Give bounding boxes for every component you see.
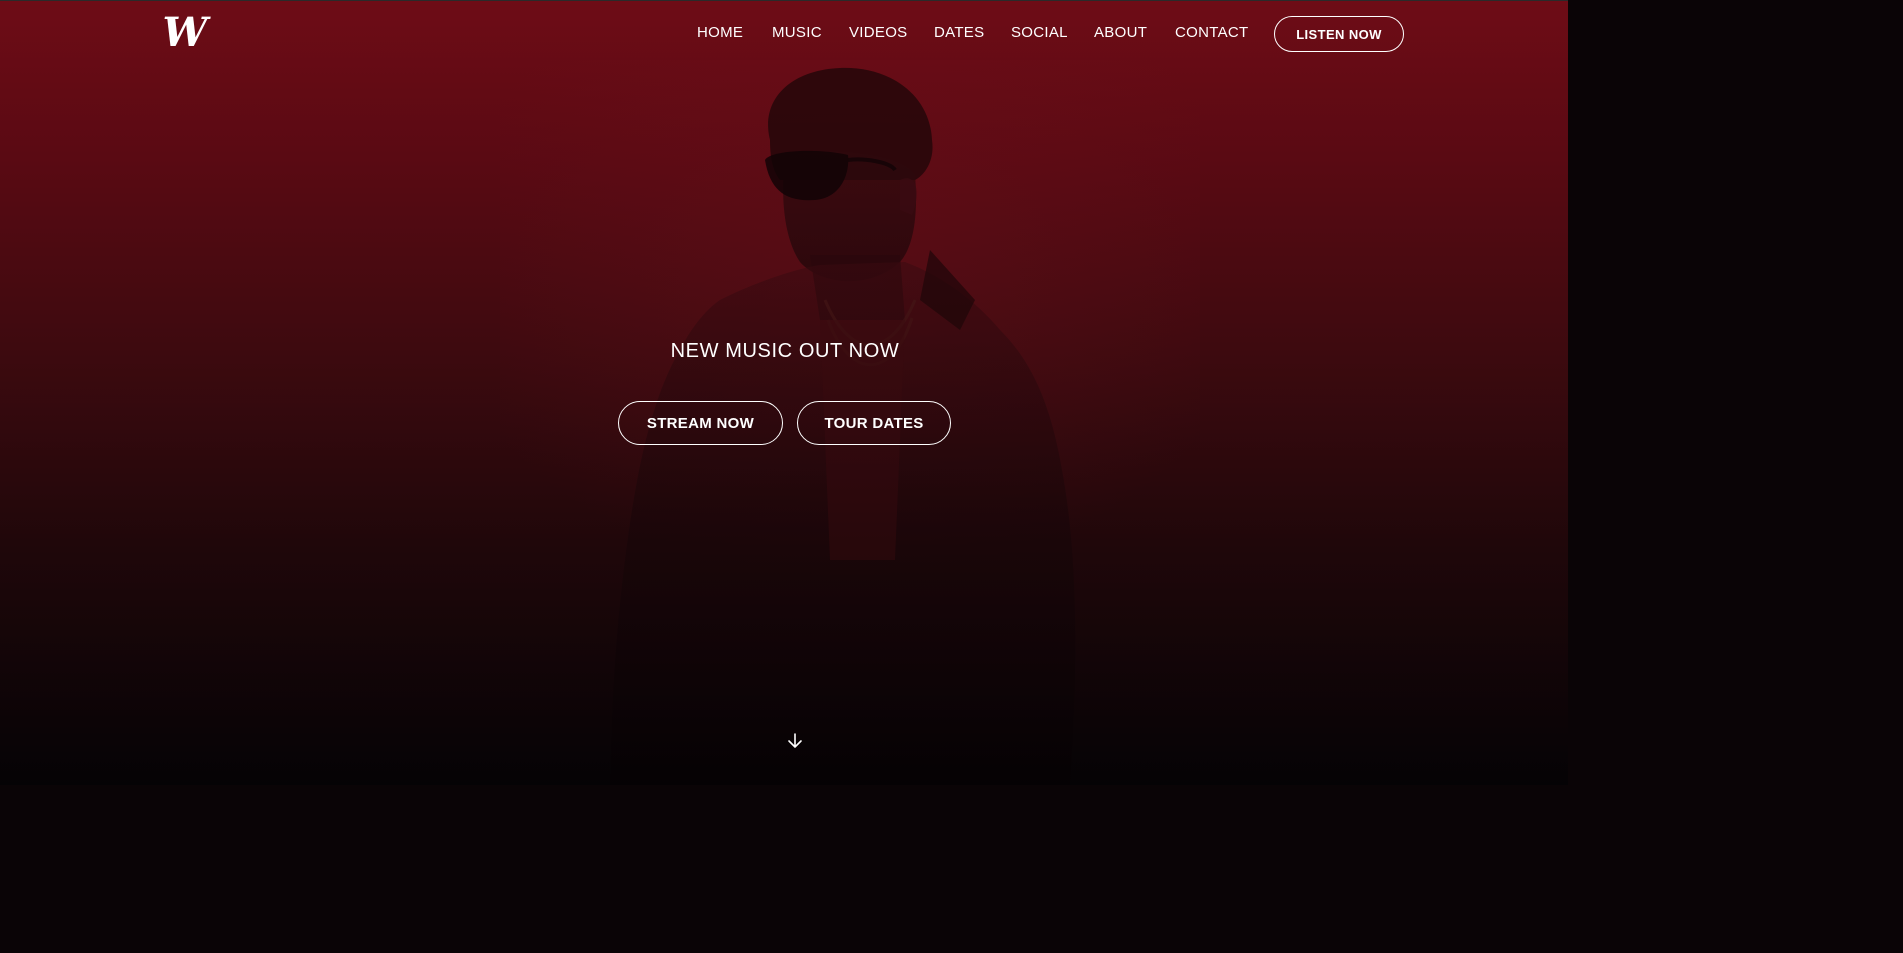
site-header: W HOME MUSIC VIDEOS DATES SOCIAL ABOUT C… bbox=[0, 0, 1568, 66]
hero-artist-image bbox=[500, 60, 1200, 785]
arrow-down-icon[interactable] bbox=[786, 732, 804, 750]
nav-dates[interactable]: DATES bbox=[934, 22, 984, 44]
stream-now-button[interactable]: STREAM NOW bbox=[618, 401, 783, 445]
nav-music[interactable]: MUSIC bbox=[772, 22, 822, 44]
nav-about[interactable]: ABOUT bbox=[1094, 22, 1147, 44]
brand-logo[interactable]: W bbox=[162, 10, 208, 56]
hero-headline: NEW MUSIC OUT NOW bbox=[670, 340, 900, 362]
nav-social[interactable]: SOCIAL bbox=[1011, 22, 1068, 44]
nav-contact[interactable]: CONTACT bbox=[1175, 22, 1248, 44]
nav-videos[interactable]: VIDEOS bbox=[849, 22, 907, 44]
page: W HOME MUSIC VIDEOS DATES SOCIAL ABOUT C… bbox=[0, 0, 1568, 785]
tour-dates-button[interactable]: TOUR DATES bbox=[797, 401, 951, 445]
nav-home[interactable]: HOME bbox=[697, 22, 743, 44]
listen-now-button[interactable]: LISTEN NOW bbox=[1274, 16, 1404, 52]
